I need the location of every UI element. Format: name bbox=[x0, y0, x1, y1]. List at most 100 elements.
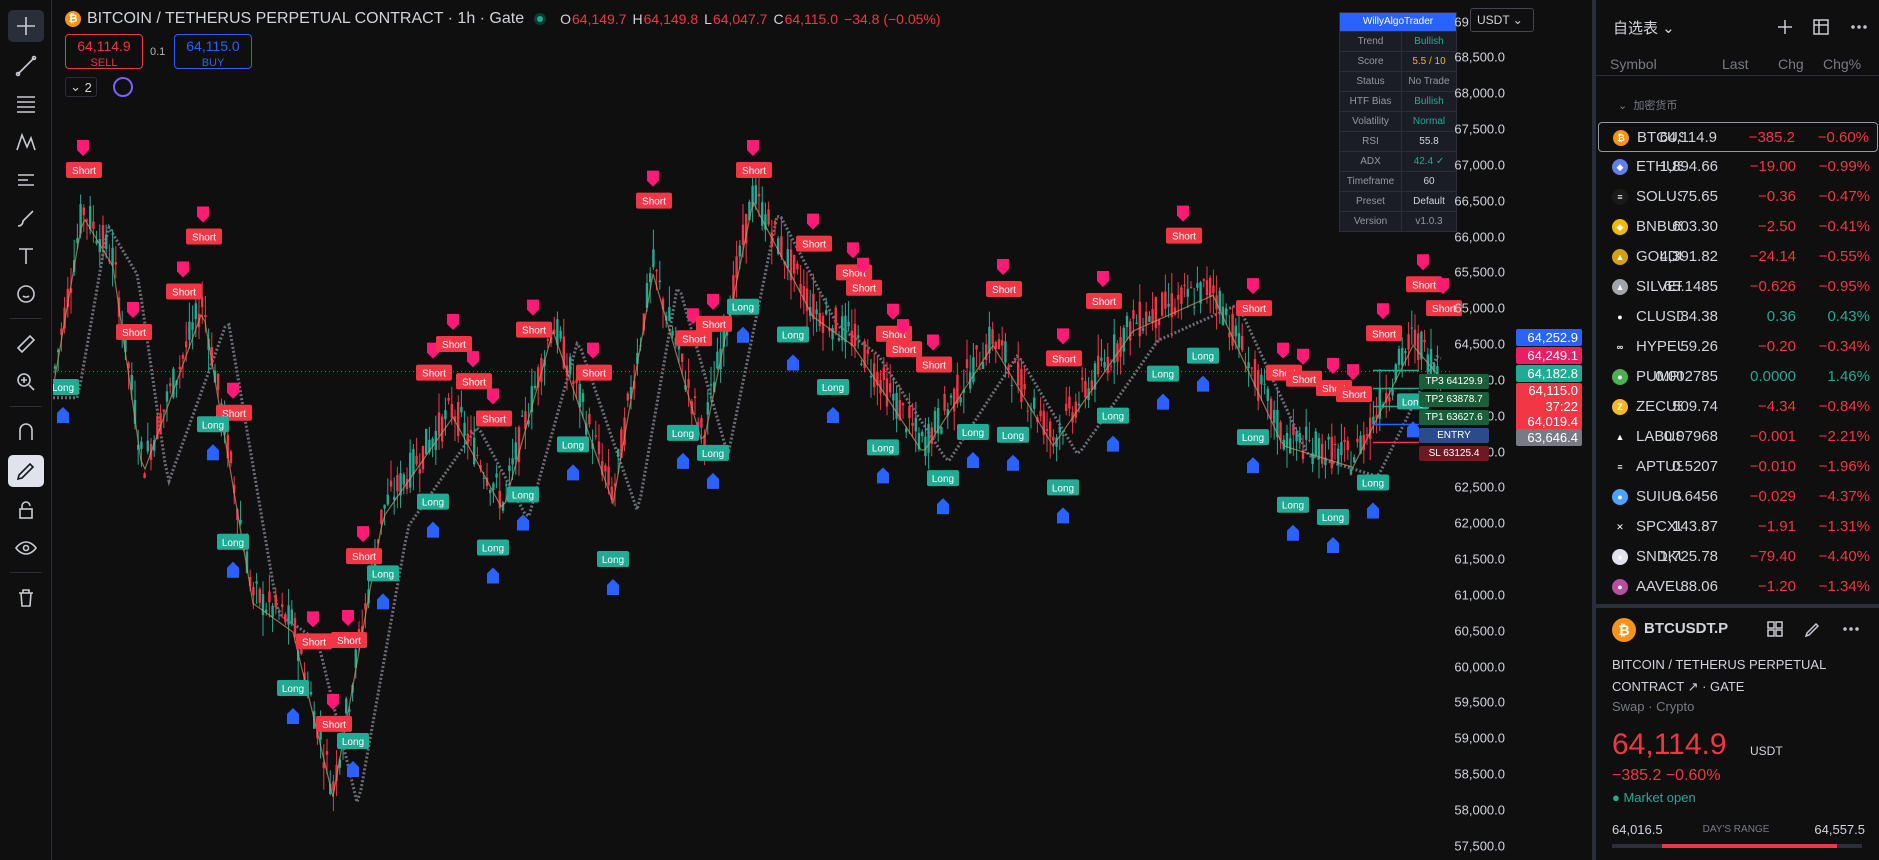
indicators-toggle[interactable]: ⌄ 2 bbox=[65, 77, 97, 97]
watchlist-row[interactable]: ≡APTUSDT.P0.5207−0.010−1.96% bbox=[1598, 452, 1878, 482]
row-last: 59.26 bbox=[1680, 338, 1718, 355]
eye-icon[interactable] bbox=[8, 532, 44, 564]
candle-body bbox=[1407, 334, 1410, 350]
watchlist-row[interactable]: ✕SPCXUSDT.P143.87−1.91−1.31% bbox=[1598, 512, 1878, 542]
spread-value: 0.1 bbox=[150, 46, 166, 58]
candle-body bbox=[1122, 327, 1125, 352]
watchlist-row[interactable]: ▲GOLDUSDT.P4,391.82−24.14−0.55% bbox=[1598, 242, 1878, 272]
text-icon[interactable] bbox=[8, 240, 44, 272]
row-pct: −2.21% bbox=[1818, 428, 1870, 445]
watchlist-row[interactable]: ●PUMPUSDT.P0.0027850.00001.46% bbox=[1598, 362, 1878, 392]
candle-body bbox=[284, 614, 287, 623]
trend-line-icon[interactable] bbox=[8, 50, 44, 82]
grid-icon[interactable] bbox=[1764, 618, 1786, 640]
short-signal-label: Short bbox=[1372, 329, 1396, 340]
buy-button[interactable]: 64,115.0 BUY bbox=[174, 34, 252, 69]
long-marker bbox=[377, 593, 389, 610]
fib-icon[interactable] bbox=[8, 88, 44, 120]
col-last[interactable]: Last bbox=[1722, 56, 1748, 72]
price-tick: 58,500.0 bbox=[1454, 766, 1505, 782]
details-symbol[interactable]: BTCUSDT.P bbox=[1644, 620, 1728, 637]
more-icon[interactable] bbox=[1848, 16, 1870, 38]
candle-body bbox=[796, 263, 799, 270]
row-symbol: HYPEUSDT.P bbox=[1636, 338, 1682, 355]
candle-body bbox=[1292, 425, 1295, 435]
candle-body bbox=[1154, 296, 1157, 328]
candle-body bbox=[1349, 469, 1353, 475]
watchlist-row[interactable]: ●SUIUSDT.P0.6456−0.029−4.37% bbox=[1598, 482, 1878, 512]
indicator-sync-icon[interactable] bbox=[113, 77, 133, 97]
watchlist-group[interactable]: ⌄ 加密货币 bbox=[1618, 97, 1677, 113]
short-signal-label: Short bbox=[1092, 297, 1116, 308]
zoom-icon[interactable] bbox=[8, 366, 44, 398]
candle-body bbox=[847, 321, 850, 327]
candle-body bbox=[1183, 284, 1186, 287]
long-signal-label: Long bbox=[702, 449, 724, 460]
watchlist-row[interactable]: ●SNDKUSDT.P1,725.78−79.40−4.40% bbox=[1598, 542, 1878, 572]
magnet-icon[interactable] bbox=[8, 416, 44, 448]
candle-body bbox=[933, 411, 937, 433]
candle-body bbox=[1013, 360, 1017, 363]
candle-body bbox=[857, 335, 860, 338]
more-icon[interactable] bbox=[1840, 618, 1862, 640]
candle-body bbox=[1269, 398, 1273, 419]
edit-icon[interactable] bbox=[1802, 618, 1824, 640]
candle-body bbox=[1225, 308, 1228, 316]
price-tag-red: 64,019.4 bbox=[1516, 413, 1582, 430]
crosshair-icon[interactable] bbox=[8, 10, 44, 42]
price-chart[interactable]: Short Short Short Short Short Short Short Short… bbox=[53, 0, 1505, 860]
watchlist-title-text: 自选表 bbox=[1613, 20, 1659, 37]
watchlist-row[interactable]: ● CLUSDT.P84.38 0.36 0.43% bbox=[1598, 302, 1878, 332]
watchlist-row[interactable]: ∞ HYPEUSDT.P59.26 −0.20 −0.34% bbox=[1598, 332, 1878, 362]
draw-lock-icon[interactable] bbox=[8, 455, 44, 487]
brush-icon[interactable] bbox=[8, 202, 44, 234]
row-last: 509.74 bbox=[1672, 398, 1718, 415]
trash-icon[interactable] bbox=[8, 582, 44, 614]
candle-body bbox=[258, 588, 261, 603]
candle-body bbox=[185, 341, 188, 348]
candle-body bbox=[626, 393, 629, 401]
watchlist-row[interactable]: ▲SILVERUSDT.P65.1485−0.626−0.95% bbox=[1598, 272, 1878, 302]
short-signal-label: Short bbox=[892, 345, 916, 356]
watchlist-title[interactable]: 自选表 ⌄ bbox=[1613, 17, 1675, 38]
watchlist-row[interactable]: ZZECUSDT.P509.74−4.34−0.84% bbox=[1598, 392, 1878, 422]
sell-button[interactable]: 64,114.9 SELL bbox=[65, 34, 143, 69]
price-tick: 60,500.0 bbox=[1454, 623, 1505, 639]
watchlist-row[interactable]: ◆ETHUSDT.P1,894.66−19.00−0.99% bbox=[1598, 152, 1878, 182]
candle-body bbox=[1298, 432, 1301, 443]
candle-body bbox=[1289, 438, 1292, 454]
symbol-icon: ● bbox=[1612, 309, 1628, 325]
watchlist-row[interactable]: ▲LABUSDT.P0.07968−0.001−2.21% bbox=[1598, 422, 1878, 452]
table-view-icon[interactable] bbox=[1810, 16, 1832, 38]
symbol-title[interactable]: BITCOIN / TETHERUS PERPETUAL CONTRACT · … bbox=[87, 10, 524, 28]
candle-body bbox=[735, 256, 738, 279]
watchlist-row[interactable]: ● AAVEUSDT.P88.06 −1.20 −1.34% bbox=[1598, 572, 1878, 602]
long-signal-label: Long bbox=[222, 538, 244, 549]
row-last: 603.30 bbox=[1672, 218, 1718, 235]
watchlist-row[interactable]: ₿BTCUSDT.P64,114.9−385.2−0.60% bbox=[1598, 122, 1878, 152]
lock-icon[interactable] bbox=[8, 494, 44, 526]
candle-body bbox=[1231, 313, 1234, 346]
watchlist-row[interactable]: ≡ SOLUSDT.P75.65 −0.36 −0.47% bbox=[1598, 182, 1878, 212]
row-last: 0.5207 bbox=[1672, 458, 1718, 475]
add-symbol-icon[interactable] bbox=[1774, 16, 1796, 38]
close-label: C bbox=[773, 11, 784, 27]
col-chg[interactable]: Chg bbox=[1778, 56, 1804, 72]
col-pct[interactable]: Chg% bbox=[1823, 56, 1861, 72]
measure-icon[interactable] bbox=[8, 164, 44, 196]
row-symbol: CLUSDT.P bbox=[1636, 308, 1682, 325]
low-value: 64,047.7 bbox=[712, 11, 768, 27]
algo-row-label: RSI bbox=[1340, 132, 1402, 151]
watchlist-row[interactable]: ◆BNBUSDT.P603.30−2.50−0.41% bbox=[1598, 212, 1878, 242]
price-tick: 57,500.0 bbox=[1454, 838, 1505, 854]
currency-select[interactable]: USDT ⌄ bbox=[1470, 8, 1534, 32]
candle-body bbox=[818, 313, 821, 327]
col-symbol[interactable]: Symbol bbox=[1610, 56, 1657, 72]
short-marker bbox=[527, 299, 539, 316]
emoji-icon[interactable] bbox=[8, 278, 44, 310]
price-tick: 68,000.0 bbox=[1454, 85, 1505, 101]
candle-body bbox=[885, 378, 889, 407]
long-marker bbox=[287, 708, 299, 724]
pattern-icon[interactable] bbox=[8, 126, 44, 158]
ruler-icon[interactable] bbox=[8, 328, 44, 360]
